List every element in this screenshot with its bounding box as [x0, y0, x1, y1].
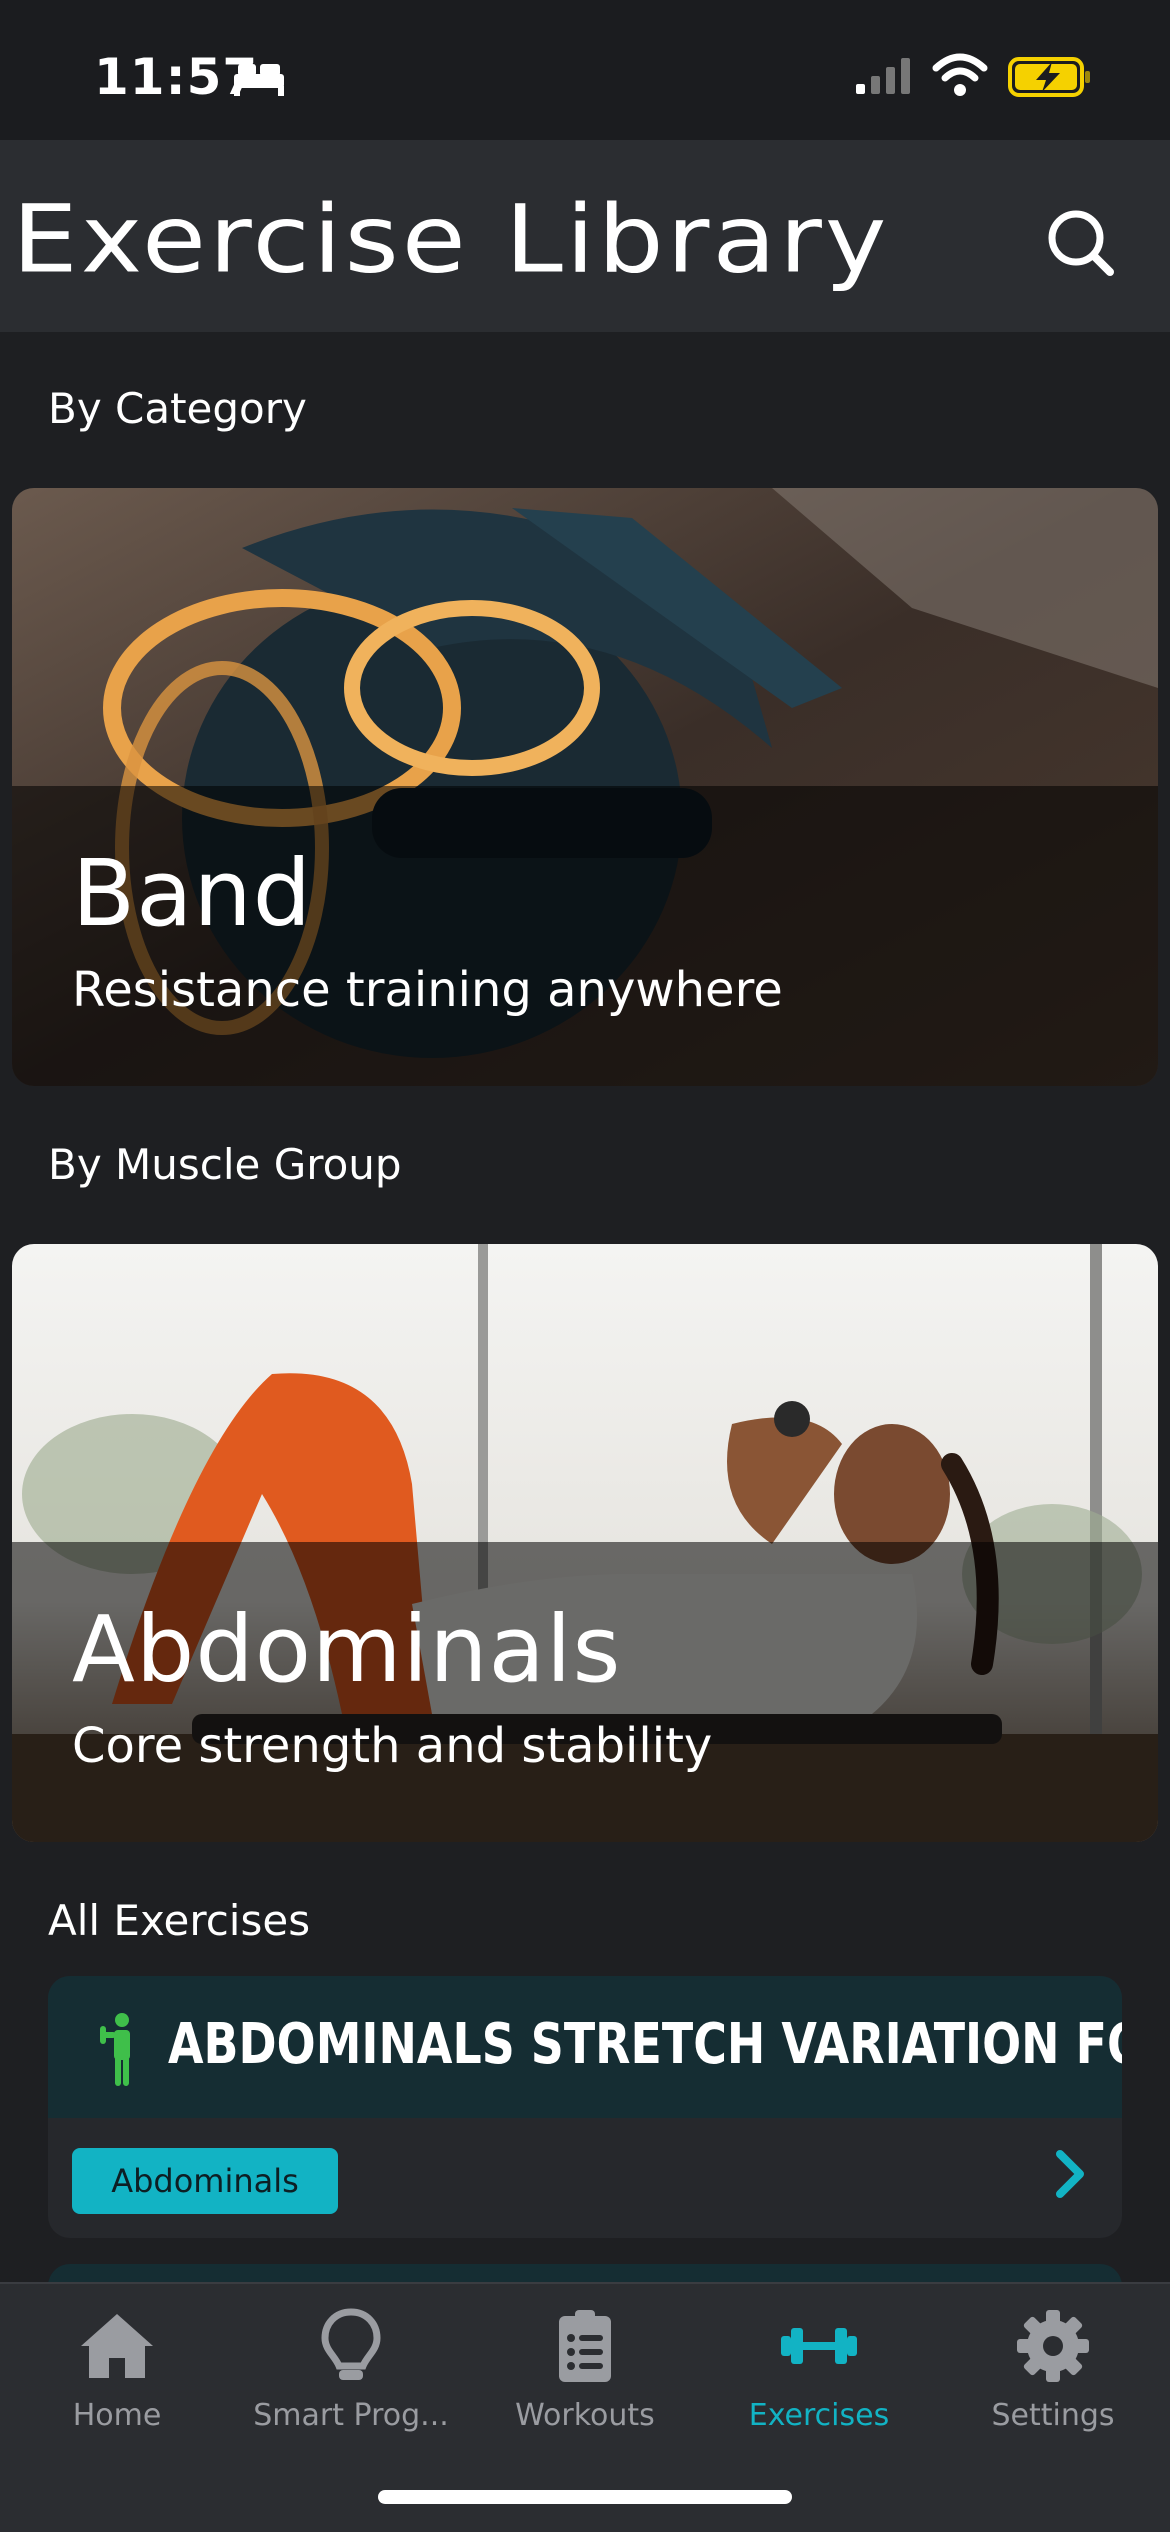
- tab-workouts-label: Workouts: [515, 2398, 655, 2433]
- exercise-library-screen: 11:57 Exercise Library By Category Band …: [0, 0, 1170, 2532]
- tab-workouts[interactable]: Workouts: [468, 2308, 702, 2448]
- muscle-group-card-title: Abdominals: [72, 1596, 622, 1703]
- section-label-all-exercises: All Exercises: [48, 1896, 311, 1945]
- wifi-icon: [932, 53, 988, 96]
- tab-settings[interactable]: Settings: [936, 2308, 1170, 2448]
- cellular-signal-icon: [856, 58, 910, 94]
- muscle-tag-chip: Abdominals: [72, 2148, 338, 2214]
- gear-icon: [1017, 2310, 1089, 2382]
- page-title: Exercise Library: [12, 184, 890, 294]
- category-card-subtitle: Resistance training anywhere: [72, 962, 783, 1018]
- exercise-card[interactable]: ABDOMINALS STRETCH VARIATION FOUR Abdomi…: [48, 1976, 1122, 2238]
- tab-settings-label: Settings: [991, 2398, 1115, 2433]
- category-card-title: Band: [72, 840, 313, 947]
- section-label-by-muscle-group: By Muscle Group: [48, 1140, 402, 1189]
- section-label-by-category: By Category: [48, 384, 307, 433]
- bed-icon: [234, 64, 284, 96]
- tab-home-label: Home: [72, 2398, 162, 2433]
- home-icon: [81, 2314, 153, 2378]
- muscle-group-card-abdominals[interactable]: Abdominals Core strength and stability: [12, 1244, 1158, 1842]
- lightbulb-icon: [321, 2308, 381, 2380]
- tab-exercises-label: Exercises: [748, 2398, 890, 2433]
- tab-exercises[interactable]: Exercises: [702, 2308, 936, 2448]
- home-indicator[interactable]: [378, 2490, 792, 2504]
- tab-smart-progression-label: Smart Prog...: [253, 2398, 449, 2433]
- app-header: Exercise Library: [0, 140, 1170, 332]
- dumbbell-icon: [781, 2328, 857, 2364]
- tab-smart-progression[interactable]: Smart Prog...: [234, 2308, 468, 2448]
- exercise-card-header: ABDOMINALS STRETCH VARIATION FOUR: [48, 1976, 1122, 2118]
- status-bar: 11:57: [0, 0, 1170, 140]
- category-card-band[interactable]: Band Resistance training anywhere: [12, 488, 1158, 1086]
- clipboard-list-icon: [559, 2310, 611, 2382]
- muscle-group-card-subtitle: Core strength and stability: [72, 1718, 713, 1774]
- battery-charging-icon: [1008, 57, 1090, 97]
- tab-home[interactable]: Home: [0, 2308, 234, 2448]
- person-standing-icon: [100, 2013, 130, 2086]
- exercise-name: ABDOMINALS STRETCH VARIATION FOUR: [168, 2012, 1122, 2077]
- search-icon[interactable]: [1036, 198, 1126, 288]
- chevron-right-icon[interactable]: [1048, 2146, 1094, 2202]
